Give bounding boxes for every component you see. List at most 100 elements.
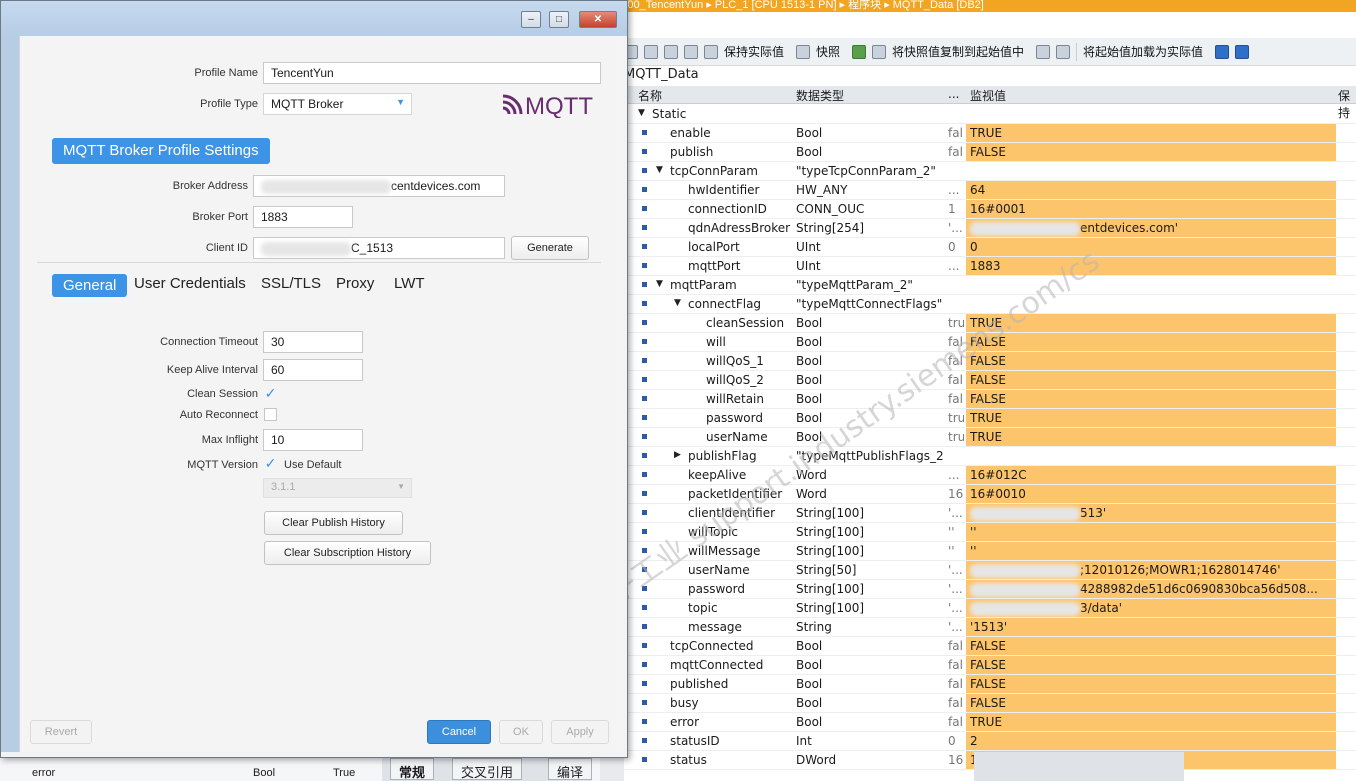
- tab-lwt[interactable]: LWT: [394, 275, 425, 292]
- table-row[interactable]: tcpConnected Bool fal FALSE: [624, 637, 1356, 656]
- row-monitor-value: FALSE: [966, 694, 1336, 712]
- maximize-button[interactable]: □: [549, 11, 569, 28]
- monitor-text: 0: [970, 240, 978, 254]
- table-row[interactable]: localPort UInt 0 0: [624, 238, 1356, 257]
- expand-icon[interactable]: ▶: [674, 450, 681, 460]
- col-name[interactable]: 名称: [638, 87, 662, 104]
- copy-snapshot-button[interactable]: 将快照值复制到起始值中: [892, 43, 1024, 60]
- table-row[interactable]: published Bool fal FALSE: [624, 675, 1356, 694]
- row-start-value: 16: [948, 753, 964, 767]
- apply-button[interactable]: Apply: [551, 720, 609, 744]
- broker-port-input[interactable]: 1883: [253, 206, 353, 228]
- table-row[interactable]: busy Bool fal FALSE: [624, 694, 1356, 713]
- table-row[interactable]: publish Bool fal FALSE: [624, 143, 1356, 162]
- table-row[interactable]: enable Bool fal TRUE: [624, 124, 1356, 143]
- minimize-button[interactable]: –: [521, 11, 541, 28]
- col-start[interactable]: ...: [948, 87, 959, 101]
- table-row[interactable]: willMessage String[100] '' '': [624, 542, 1356, 561]
- clear-subscription-button[interactable]: Clear Subscription History: [264, 541, 431, 565]
- db-element-icon: [642, 415, 647, 420]
- row-name: connectFlag: [688, 297, 762, 311]
- table-row[interactable]: mqttPort UInt... 1883: [624, 257, 1356, 276]
- copy-icon[interactable]: [872, 44, 887, 59]
- table-row[interactable]: ▼ tcpConnParam "typeTcpConnParam_2": [624, 162, 1356, 181]
- row-type: Bool: [796, 316, 823, 330]
- insert-row-icon[interactable]: [644, 44, 658, 59]
- connection-timeout-input[interactable]: 30: [263, 331, 363, 353]
- table-row[interactable]: ▶ publishFlag "typeMqttPublishFlags_2": [624, 447, 1356, 466]
- table-row[interactable]: willQoS_1 Bool fal FALSE: [624, 352, 1356, 371]
- row-start-value: 1: [948, 202, 956, 216]
- collapse-icon[interactable]: ▼: [638, 108, 645, 118]
- table-row[interactable]: statusID Int 0 2: [624, 732, 1356, 751]
- db-rows: ▼ Static enable Bool fal TRUE publish Bool fal FA…: [624, 105, 1356, 770]
- db-element-icon: [642, 738, 647, 743]
- auto-reconnect-checkbox[interactable]: [264, 408, 277, 421]
- table-row[interactable]: topic String[100] '... 3/data': [624, 599, 1356, 618]
- table-row[interactable]: hwIdentifier HW_ANY... 64: [624, 181, 1356, 200]
- cancel-button[interactable]: Cancel: [427, 720, 491, 744]
- collapse-icon[interactable]: ▼: [656, 165, 663, 175]
- table-row[interactable]: password Bool tru TRUE: [624, 409, 1356, 428]
- row-monitor-value: 64: [966, 181, 1336, 199]
- version-select[interactable]: 3.1.1 ▼: [263, 478, 412, 498]
- client-id-input[interactable]: C_1513: [253, 237, 505, 259]
- clear-publish-button[interactable]: Clear Publish History: [264, 511, 403, 535]
- tab-user-credentials[interactable]: User Credentials: [134, 275, 246, 292]
- add-row-icon[interactable]: [664, 44, 678, 59]
- row-monitor-value: FALSE: [966, 143, 1336, 161]
- table-row[interactable]: userName String[50] '... ;12010126;MOWR1;16…: [624, 561, 1356, 580]
- row-type: "typeTcpConnParam_2": [796, 164, 936, 178]
- row-name: localPort: [688, 240, 740, 254]
- table-row[interactable]: qdnAdressBroker String[254] '... entdevices…: [624, 219, 1356, 238]
- snapshot-button[interactable]: 快照: [816, 43, 840, 60]
- start-value-icon[interactable]: [1036, 44, 1051, 59]
- profile-type-select[interactable]: MQTT Broker ▼: [263, 93, 412, 115]
- ok-button[interactable]: OK: [499, 720, 543, 744]
- max-inflight-input[interactable]: 10: [263, 429, 363, 451]
- profile-name-label: Profile Name: [194, 67, 258, 79]
- profile-type-label: Profile Type: [200, 98, 258, 110]
- list-icon[interactable]: [684, 44, 698, 59]
- row-start-value: fal: [948, 145, 963, 159]
- tab-crossref[interactable]: 交叉引用: [452, 758, 523, 781]
- keep-actual-button[interactable]: 保持实际值: [724, 43, 784, 60]
- tab-general[interactable]: General: [52, 274, 128, 297]
- col-type[interactable]: 数据类型: [796, 87, 844, 104]
- table-row[interactable]: ▼ mqttParam "typeMqttParam_2": [624, 276, 1356, 295]
- tab-ssl-tls[interactable]: SSL/TLS: [261, 275, 321, 292]
- table-row[interactable]: willQoS_2 Bool fal FALSE: [624, 371, 1356, 390]
- close-button[interactable]: ✕: [579, 11, 617, 28]
- keep-alive-input[interactable]: 60: [263, 359, 363, 381]
- generate-button[interactable]: Generate: [511, 236, 589, 260]
- table-row[interactable]: message String '... '1513': [624, 618, 1356, 637]
- table-row[interactable]: password String[100] '... 4288982de51d6c069…: [624, 580, 1356, 599]
- table-row[interactable]: ▼ Static: [624, 105, 1356, 124]
- db-load-icon[interactable]: [1215, 44, 1230, 59]
- tab-proxy[interactable]: Proxy: [336, 275, 374, 292]
- row-name: publish: [670, 145, 714, 159]
- broker-address-input[interactable]: centdevices.com: [253, 175, 505, 197]
- revert-button[interactable]: Revert: [30, 720, 92, 744]
- use-default-checkbox[interactable]: ✓: [264, 456, 277, 471]
- collapse-icon[interactable]: ▼: [656, 279, 663, 289]
- snapshot-icon[interactable]: [796, 44, 811, 59]
- tab-compile[interactable]: 编译: [548, 758, 592, 781]
- col-monitor[interactable]: 监视值: [970, 87, 1006, 104]
- section-title: MQTT Broker Profile Settings: [52, 138, 270, 164]
- table-row[interactable]: willRetain Bool fal FALSE: [624, 390, 1356, 409]
- clean-session-checkbox[interactable]: ✓: [264, 386, 277, 401]
- tab-general[interactable]: 常规: [390, 758, 435, 781]
- table-row[interactable]: mqttConnected Bool fal FALSE: [624, 656, 1356, 675]
- table-row[interactable]: userName Bool tru TRUE: [624, 428, 1356, 447]
- table-row[interactable]: error Bool fal TRUE: [624, 713, 1356, 732]
- db-upload-icon[interactable]: [1235, 44, 1250, 59]
- row-name: qdnAdressBroker: [688, 221, 791, 235]
- load-icon[interactable]: [1056, 44, 1071, 59]
- collapse-icon[interactable]: ▼: [674, 298, 681, 308]
- table-row[interactable]: connectionID CONN_OUC 1 16#0001: [624, 200, 1356, 219]
- monitor-glasses-icon[interactable]: [704, 44, 718, 59]
- load-start-button[interactable]: 将起始值加载为实际值: [1083, 43, 1203, 60]
- download-icon[interactable]: [852, 44, 867, 59]
- profile-name-input[interactable]: TencentYun: [263, 62, 601, 84]
